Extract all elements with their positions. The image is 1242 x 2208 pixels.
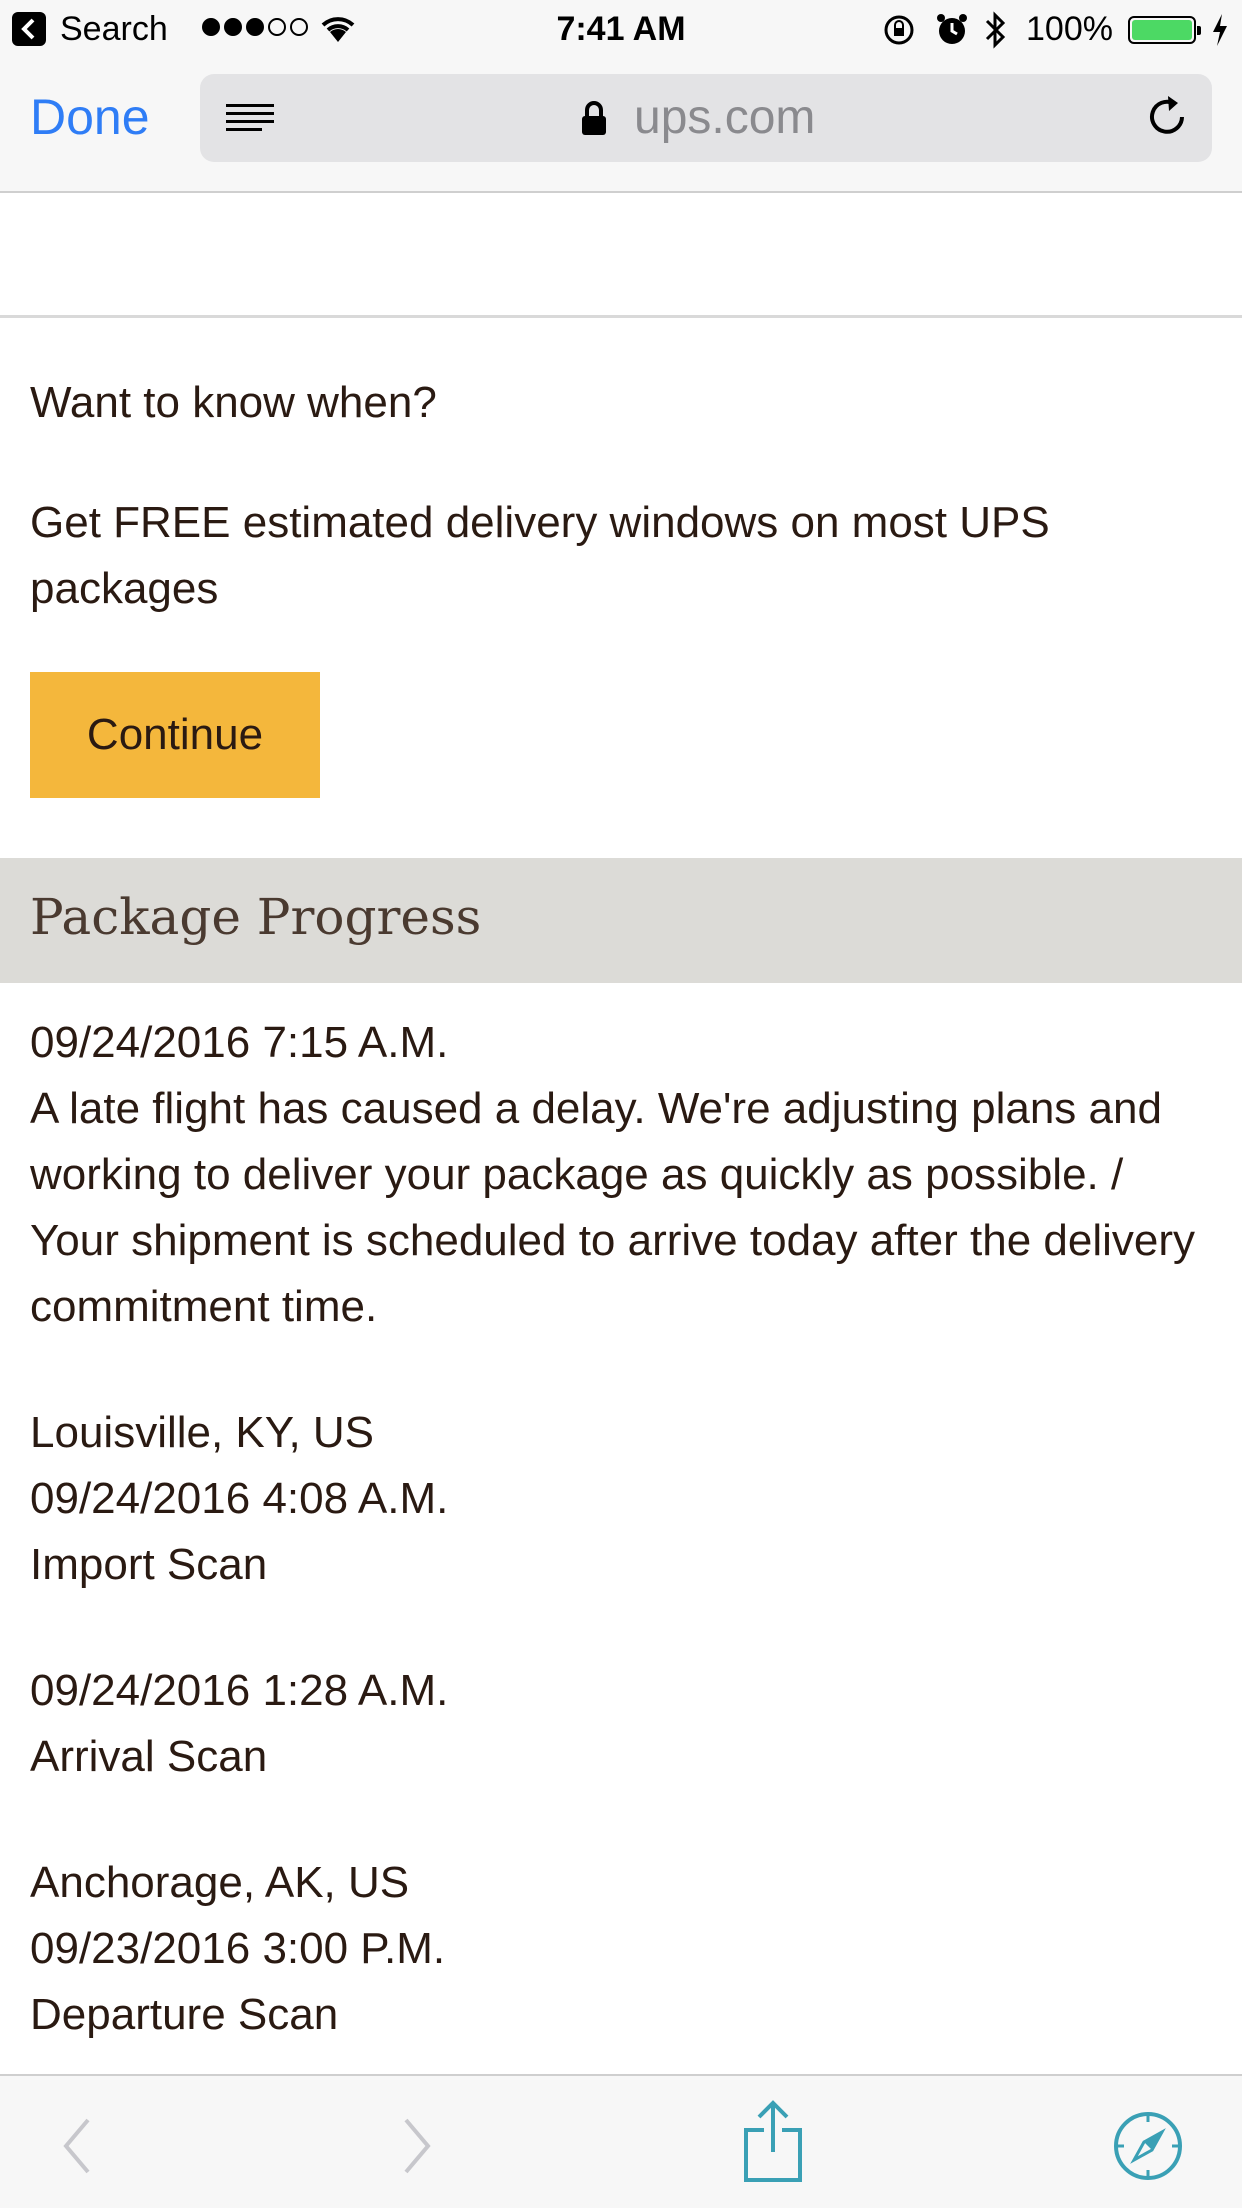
lock-icon	[582, 101, 606, 135]
progress-event: 09/24/2016 1:28 A.M. Arrival Scan	[30, 1658, 1220, 1790]
promo-text: Get FREE estimated delivery windows on m…	[30, 498, 1050, 613]
back-chevron-icon[interactable]	[58, 2116, 98, 2176]
event-datetime: 09/24/2016 4:08 A.M.	[30, 1474, 449, 1523]
promo-heading: Want to know when?	[30, 378, 437, 427]
progress-event: Anchorage, AK, US 09/23/2016 3:00 P.M. D…	[30, 1850, 1220, 2048]
battery-icon	[1128, 16, 1201, 44]
alarm-icon	[937, 14, 967, 44]
progress-event: 09/24/2016 7:15 A.M. A late flight has c…	[30, 1010, 1220, 1340]
bluetooth-icon	[985, 11, 1006, 49]
event-description: Import Scan	[30, 1540, 268, 1589]
event-datetime: 09/23/2016 3:00 P.M.	[30, 1924, 446, 1973]
page-top-area	[0, 193, 1242, 318]
progress-event: Louisville, KY, US 09/24/2016 4:08 A.M. …	[30, 1400, 1220, 1598]
event-location: Anchorage, AK, US	[30, 1858, 410, 1907]
reload-icon[interactable]	[1144, 94, 1190, 140]
page: Search 7:41 AM 100% Done ups.com Want to…	[0, 0, 1242, 2208]
event-description: A late flight has caused a delay. We're …	[30, 1084, 1196, 1331]
browser-header: Done ups.com	[0, 60, 1242, 193]
rotation-lock-icon	[884, 15, 914, 45]
event-description: Departure Scan	[30, 1990, 339, 2039]
event-description: Arrival Scan	[30, 1732, 268, 1781]
event-datetime: 09/24/2016 7:15 A.M.	[30, 1018, 449, 1067]
browser-toolbar	[0, 2074, 1242, 2208]
package-progress-header: Package Progress	[0, 858, 1242, 983]
package-progress-title: Package Progress	[30, 888, 482, 946]
continue-button[interactable]: Continue	[30, 672, 320, 798]
forward-chevron-icon[interactable]	[396, 2116, 436, 2176]
battery-percent: 100%	[1026, 10, 1113, 48]
progress-event-list: 09/24/2016 7:15 A.M. A late flight has c…	[30, 1010, 1220, 2108]
url-text[interactable]: ups.com	[634, 90, 815, 145]
event-datetime: 09/24/2016 1:28 A.M.	[30, 1666, 449, 1715]
open-in-safari-icon[interactable]	[1112, 2110, 1184, 2182]
reader-view-icon[interactable]	[226, 102, 274, 136]
share-icon[interactable]	[742, 2100, 804, 2184]
event-location: Louisville, KY, US	[30, 1408, 375, 1457]
done-button[interactable]: Done	[30, 88, 150, 146]
url-bar[interactable]: ups.com	[200, 74, 1212, 162]
charging-icon	[1213, 14, 1227, 46]
status-bar: Search 7:41 AM 100%	[0, 0, 1242, 60]
